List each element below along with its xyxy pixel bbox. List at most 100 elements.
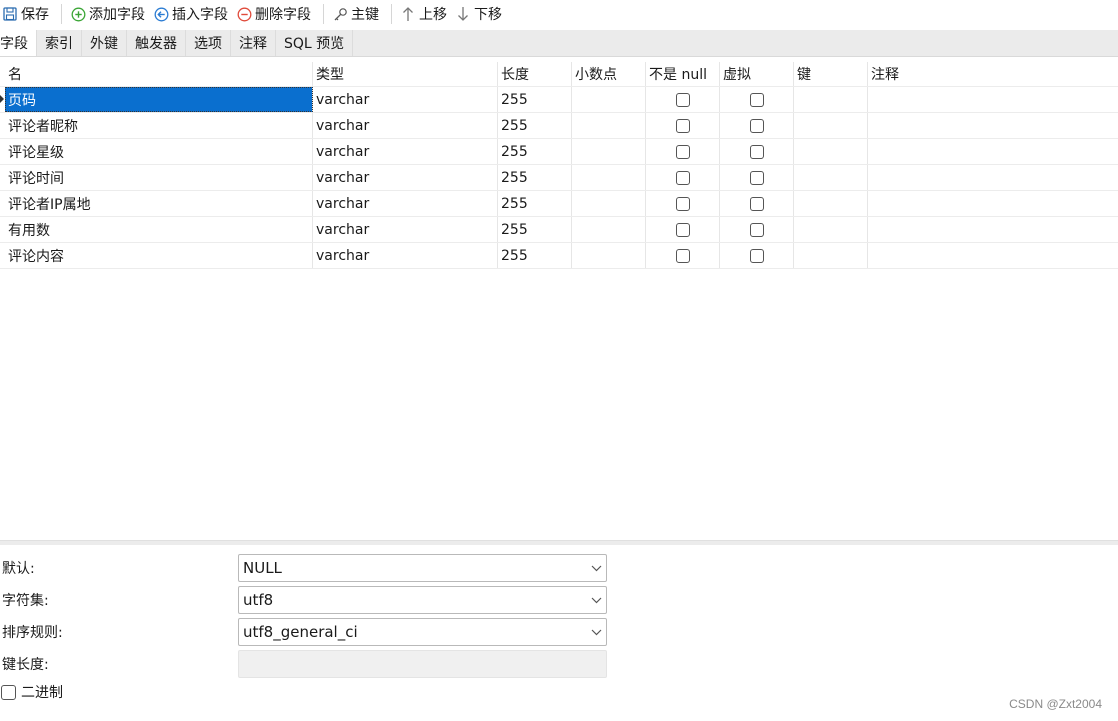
virtual-checkbox[interactable] — [749, 248, 764, 263]
tab-options[interactable]: 选项 — [186, 30, 231, 56]
table-row[interactable]: 评论星级 varchar 255 — [0, 139, 1118, 165]
collation-select[interactable]: utf8_general_ci — [238, 618, 607, 646]
delete-field-button[interactable]: 删除字段 — [234, 1, 317, 27]
field-length-cell[interactable]: 255 — [498, 243, 572, 268]
field-decimals-cell[interactable] — [572, 113, 646, 138]
column-header-decimals[interactable]: 小数点 — [572, 62, 646, 86]
column-header-length[interactable]: 长度 — [498, 62, 572, 86]
field-comment-cell[interactable] — [868, 139, 1118, 164]
field-key-cell[interactable] — [794, 217, 868, 242]
field-decimals-cell[interactable] — [572, 87, 646, 112]
field-type-cell[interactable]: varchar — [313, 191, 498, 216]
field-comment-cell[interactable] — [868, 243, 1118, 268]
table-row[interactable]: 评论时间 varchar 255 — [0, 165, 1118, 191]
field-length-cell[interactable]: 255 — [498, 139, 572, 164]
not-null-checkbox[interactable] — [675, 170, 690, 185]
field-decimals-cell[interactable] — [572, 217, 646, 242]
tab-comment[interactable]: 注释 — [231, 30, 276, 56]
tab-foreign-keys[interactable]: 外键 — [82, 30, 127, 56]
toolbar: 保存 添加字段 插入字段 删除字段 主键 上移 下移 — [0, 0, 1118, 28]
field-key-cell[interactable] — [794, 87, 868, 112]
chevron-down-icon — [586, 619, 606, 645]
field-type-cell[interactable]: varchar — [313, 165, 498, 190]
field-name-cell[interactable]: 评论星级 — [5, 139, 313, 164]
field-decimals-cell[interactable] — [572, 139, 646, 164]
watermark: CSDN @Zxt2004 — [1009, 697, 1102, 711]
field-decimals-cell[interactable] — [572, 165, 646, 190]
field-type-cell[interactable]: varchar — [313, 243, 498, 268]
field-key-cell[interactable] — [794, 139, 868, 164]
field-comment-cell[interactable] — [868, 217, 1118, 242]
field-name-cell[interactable]: 评论时间 — [5, 165, 313, 190]
binary-option[interactable]: 二进制 — [1, 682, 63, 702]
field-name-cell[interactable]: 页码 — [5, 87, 313, 112]
field-name-cell[interactable]: 评论内容 — [5, 243, 313, 268]
add-field-button[interactable]: 添加字段 — [68, 1, 151, 27]
not-null-checkbox[interactable] — [675, 92, 690, 107]
virtual-checkbox[interactable] — [749, 170, 764, 185]
column-header-type[interactable]: 类型 — [313, 62, 498, 86]
field-decimals-cell[interactable] — [572, 243, 646, 268]
arrow-up-icon — [400, 6, 416, 22]
not-null-checkbox[interactable] — [675, 222, 690, 237]
primary-key-button[interactable]: 主键 — [330, 1, 385, 27]
table-row[interactable]: 页码 varchar 255 — [0, 87, 1118, 113]
move-down-button[interactable]: 下移 — [453, 1, 508, 27]
field-comment-cell[interactable] — [868, 87, 1118, 112]
virtual-checkbox[interactable] — [749, 144, 764, 159]
column-header-virtual[interactable]: 虚拟 — [720, 62, 794, 86]
pane-splitter[interactable] — [0, 540, 1118, 545]
save-button[interactable]: 保存 — [0, 1, 55, 27]
move-up-button[interactable]: 上移 — [398, 1, 453, 27]
tab-triggers[interactable]: 触发器 — [127, 30, 186, 56]
not-null-checkbox[interactable] — [675, 118, 690, 133]
field-length-cell[interactable]: 255 — [498, 165, 572, 190]
field-decimals-cell[interactable] — [572, 191, 646, 216]
table-row[interactable]: 评论者昵称 varchar 255 — [0, 113, 1118, 139]
virtual-checkbox[interactable] — [749, 222, 764, 237]
primary-key-label: 主键 — [351, 7, 379, 23]
field-length-cell[interactable]: 255 — [498, 113, 572, 138]
virtual-checkbox[interactable] — [749, 196, 764, 211]
field-type-cell[interactable]: varchar — [313, 139, 498, 164]
field-key-cell[interactable] — [794, 243, 868, 268]
table-row[interactable]: 评论内容 varchar 255 — [0, 243, 1118, 269]
not-null-checkbox[interactable] — [675, 144, 690, 159]
field-name-cell[interactable]: 有用数 — [5, 217, 313, 242]
column-header-not-null[interactable]: 不是 null — [646, 62, 720, 86]
field-length-cell[interactable]: 255 — [498, 87, 572, 112]
field-name-cell[interactable]: 评论者IP属地 — [5, 191, 313, 216]
insert-field-button[interactable]: 插入字段 — [151, 1, 234, 27]
not-null-checkbox[interactable] — [675, 248, 690, 263]
binary-checkbox[interactable] — [1, 684, 16, 700]
table-row[interactable]: 有用数 varchar 255 — [0, 217, 1118, 243]
tab-indexes[interactable]: 索引 — [37, 30, 82, 56]
not-null-checkbox[interactable] — [675, 196, 690, 211]
field-comment-cell[interactable] — [868, 165, 1118, 190]
column-header-name[interactable]: 名 — [5, 62, 313, 86]
field-key-cell[interactable] — [794, 165, 868, 190]
field-comment-cell[interactable] — [868, 113, 1118, 138]
move-up-label: 上移 — [419, 7, 447, 23]
column-header-key[interactable]: 键 — [794, 62, 868, 86]
field-length-cell[interactable]: 255 — [498, 191, 572, 216]
field-name-cell[interactable]: 评论者昵称 — [5, 113, 313, 138]
field-type-cell[interactable]: varchar — [313, 113, 498, 138]
tab-sql-preview[interactable]: SQL 预览 — [276, 30, 354, 56]
field-key-cell[interactable] — [794, 191, 868, 216]
chevron-down-icon — [586, 587, 606, 613]
field-comment-cell[interactable] — [868, 191, 1118, 216]
table-row[interactable]: 评论者IP属地 varchar 255 — [0, 191, 1118, 217]
column-header-comment[interactable]: 注释 — [868, 62, 1118, 86]
field-type-cell[interactable]: varchar — [313, 217, 498, 242]
field-length-cell[interactable]: 255 — [498, 217, 572, 242]
field-virtual-cell — [720, 243, 794, 268]
virtual-checkbox[interactable] — [749, 118, 764, 133]
field-key-cell[interactable] — [794, 113, 868, 138]
default-select[interactable]: NULL — [238, 554, 607, 582]
virtual-checkbox[interactable] — [749, 92, 764, 107]
charset-select[interactable]: utf8 — [238, 586, 607, 614]
field-type-cell[interactable]: varchar — [313, 87, 498, 112]
tab-fields[interactable]: 字段 — [0, 30, 37, 56]
collation-label: 排序规则: — [2, 625, 63, 641]
